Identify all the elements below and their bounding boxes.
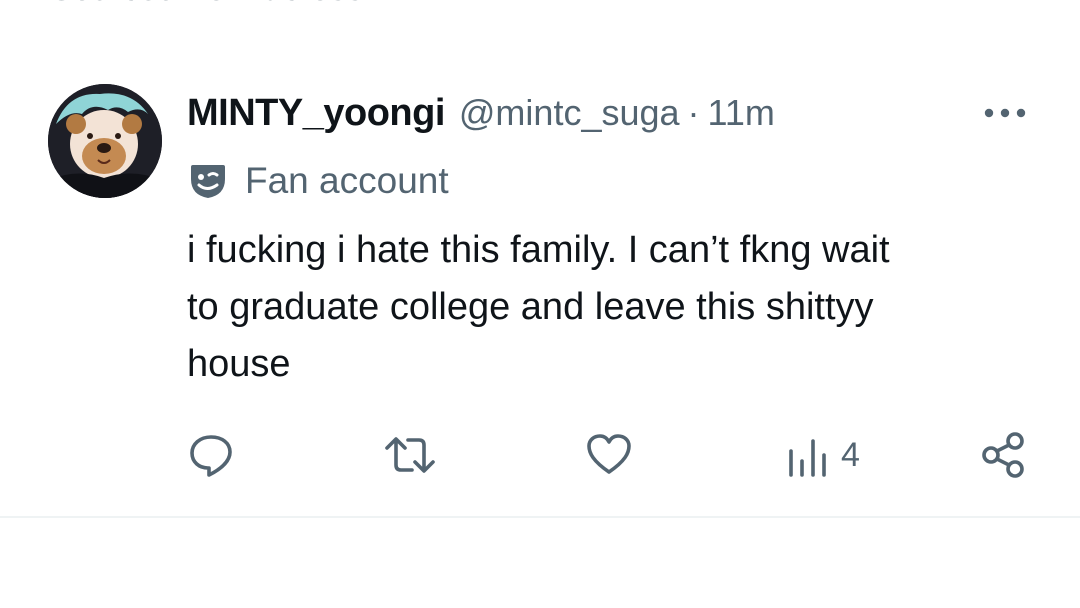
display-name[interactable]: MINTY_yoongi xyxy=(187,92,445,135)
tweet-text: i fucking i hate this family. I can’t fk… xyxy=(187,229,890,385)
views-count: 4 xyxy=(841,435,860,474)
more-options-button[interactable] xyxy=(980,96,1030,130)
reply-icon xyxy=(190,435,232,477)
share-icon xyxy=(982,432,1024,478)
tweet[interactable]: MINTY_yoongi @mintc_suga · 11m Fan accou… xyxy=(0,0,1080,520)
like-button[interactable] xyxy=(585,427,633,483)
avatar[interactable] xyxy=(48,84,162,198)
tweet-actions: 4 xyxy=(187,427,1037,483)
user-handle[interactable]: @mintc_suga xyxy=(459,92,680,134)
timestamp[interactable]: 11m xyxy=(708,92,775,134)
share-button[interactable] xyxy=(981,427,1027,483)
retweet-icon xyxy=(385,437,435,473)
reply-button[interactable] xyxy=(187,427,235,483)
account-label-text: Fan account xyxy=(245,160,449,201)
more-horizontal-icon xyxy=(984,108,1026,118)
views-button[interactable]: 4 xyxy=(785,427,860,483)
separator-dot: · xyxy=(687,92,700,133)
retweet-button[interactable] xyxy=(384,427,436,483)
views-bar-chart-icon xyxy=(789,439,826,477)
avatar-image xyxy=(48,84,162,198)
account-label[interactable]: Fan account xyxy=(187,158,449,204)
theater-mask-icon xyxy=(191,165,225,198)
heart-icon xyxy=(587,434,631,474)
tweet-divider xyxy=(0,516,1080,518)
tweet-header: MINTY_yoongi @mintc_suga · 11m xyxy=(187,90,775,136)
